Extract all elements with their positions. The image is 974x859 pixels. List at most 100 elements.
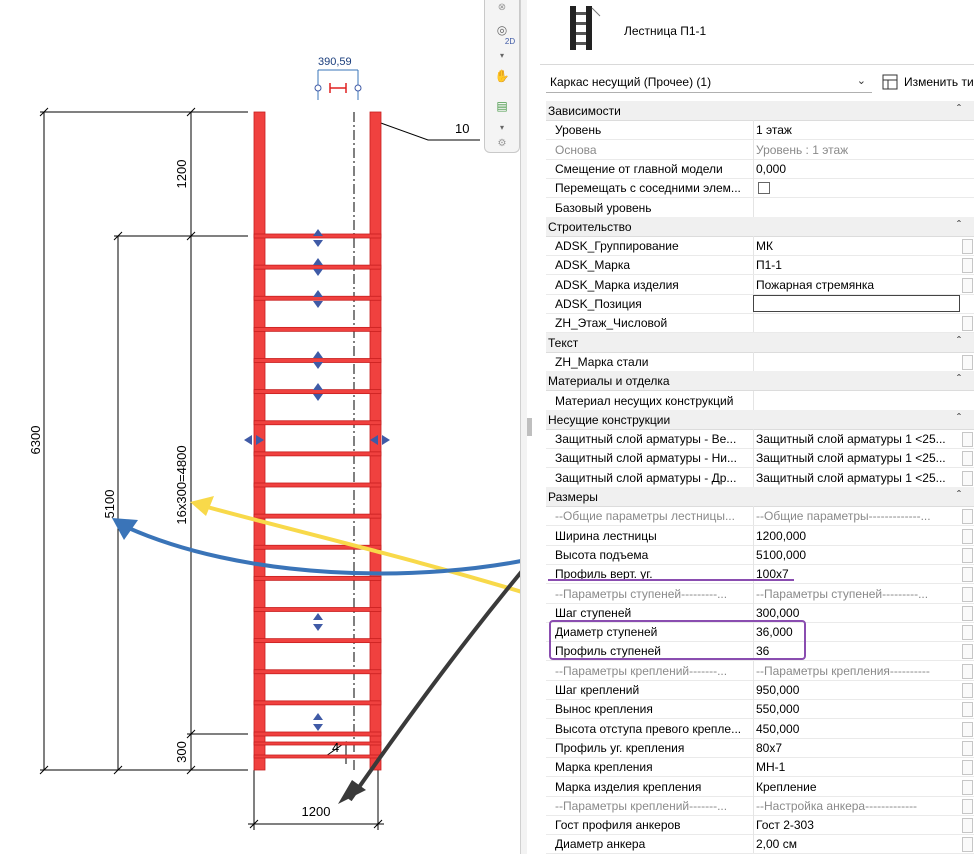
property-value[interactable]: --Параметры крепления---------- xyxy=(756,664,960,678)
associate-parameter-button[interactable] xyxy=(962,798,973,814)
property-row[interactable]: --Параметры креплений-------... --Настрой… xyxy=(546,795,974,816)
associate-parameter-button[interactable] xyxy=(962,586,973,602)
right-handle[interactable] xyxy=(354,84,362,92)
property-value[interactable]: --Общие параметры-------------... xyxy=(756,509,960,523)
property-value[interactable]: Крепление xyxy=(756,780,960,794)
property-value[interactable]: 0,000 xyxy=(756,162,960,176)
property-row[interactable]: Материал несущих конструкций xyxy=(546,390,974,411)
shape-grip-up[interactable] xyxy=(313,229,323,236)
shape-grip-up[interactable] xyxy=(313,351,323,358)
collapse-icon[interactable]: ˆ xyxy=(957,218,961,232)
property-row[interactable]: ZH_Марка стали xyxy=(546,351,974,372)
width-grip-right[interactable] xyxy=(382,435,390,445)
property-row[interactable]: Диаметр анкера 2,00 см xyxy=(546,834,974,855)
left-handle[interactable] xyxy=(314,84,322,92)
group-header[interactable]: Материалы и отделка ˆ xyxy=(546,371,974,392)
property-value[interactable]: П1-1 xyxy=(756,258,960,272)
property-value[interactable]: МН-1 xyxy=(756,760,960,774)
property-value[interactable]: 80x7 xyxy=(756,741,960,755)
property-value[interactable]: Гост 2-303 xyxy=(756,818,960,832)
collapse-icon[interactable]: ˆ xyxy=(957,488,961,502)
chevron-down-icon[interactable]: ⌄ xyxy=(857,74,866,87)
property-row[interactable]: Профиль уг. крепления 80x7 xyxy=(546,737,974,758)
property-value[interactable]: 1 этаж xyxy=(756,123,960,137)
group-header[interactable]: Размеры ˆ xyxy=(546,487,974,507)
property-value[interactable]: Защитный слой арматуры 1 <25... xyxy=(756,451,960,465)
property-row[interactable]: ZH_Этаж_Числовой xyxy=(546,313,974,334)
property-row[interactable]: ADSK_Марка изделия Пожарная стремянка xyxy=(546,274,974,295)
collapse-icon[interactable]: ˆ xyxy=(957,372,961,386)
property-row[interactable]: ADSK_Группирование МК xyxy=(546,236,974,257)
associate-parameter-button[interactable] xyxy=(962,509,973,525)
associate-parameter-button[interactable] xyxy=(962,239,973,255)
associate-parameter-button[interactable] xyxy=(962,760,973,776)
property-row[interactable]: Защитный слой арматуры - Др... Защитный с… xyxy=(546,467,974,488)
pan-icon[interactable]: ✋ xyxy=(493,68,511,84)
associate-parameter-button[interactable] xyxy=(962,779,973,795)
property-row[interactable]: Перемещать с соседними элем... xyxy=(546,178,974,199)
property-row[interactable]: Гост профиля анкеров Гост 2-303 xyxy=(546,815,974,836)
collapse-icon[interactable]: ˆ xyxy=(957,334,961,348)
dropdown-icon[interactable]: ▾ xyxy=(493,120,511,136)
associate-parameter-button[interactable] xyxy=(962,470,973,486)
property-value[interactable]: 1200,000 xyxy=(756,529,960,543)
shape-grip-down[interactable] xyxy=(313,624,323,631)
splitter-grip[interactable] xyxy=(527,418,532,436)
shape-grip-down[interactable] xyxy=(313,269,323,276)
property-value[interactable]: 300,000 xyxy=(756,606,960,620)
property-row[interactable]: Профиль верт. уг. 100x7 xyxy=(546,564,974,585)
property-row[interactable]: Защитный слой арматуры - Ни... Защитный с… xyxy=(546,448,974,469)
associate-parameter-button[interactable] xyxy=(962,644,973,660)
property-row[interactable]: Высота отступа превого крепле... 450,000 xyxy=(546,718,974,739)
shape-grip-down[interactable] xyxy=(313,724,323,731)
shape-grip-up[interactable] xyxy=(313,258,323,265)
associate-parameter-button[interactable] xyxy=(962,625,973,641)
associate-parameter-button[interactable] xyxy=(962,432,973,448)
property-value[interactable]: МК xyxy=(756,239,960,253)
group-header[interactable]: Несущие конструкции ˆ xyxy=(546,409,974,430)
property-value[interactable]: --Настройка анкера------------- xyxy=(756,799,960,813)
property-row[interactable]: ADSK_Марка П1-1 xyxy=(546,255,974,276)
width-grip-left[interactable] xyxy=(244,435,252,445)
shape-grip-down[interactable] xyxy=(313,301,323,308)
property-row[interactable]: Уровень 1 этаж xyxy=(546,120,974,141)
associate-parameter-button[interactable] xyxy=(962,277,973,293)
property-row[interactable]: Высота подъема 5100,000 xyxy=(546,544,974,565)
shape-grip-down[interactable] xyxy=(313,240,323,247)
property-value[interactable]: Уровень : 1 этаж xyxy=(756,143,960,157)
group-header[interactable]: Текст ˆ xyxy=(546,332,974,353)
associate-parameter-button[interactable] xyxy=(962,605,973,621)
property-row[interactable]: Шаг креплений 950,000 xyxy=(546,680,974,700)
property-value[interactable]: 550,000 xyxy=(756,702,960,716)
property-row[interactable]: --Параметры креплений-------... --Парамет… xyxy=(546,660,974,681)
associate-parameter-button[interactable] xyxy=(962,837,973,853)
property-row[interactable]: ADSK_Позиция xyxy=(546,294,974,314)
property-value[interactable]: Защитный слой арматуры 1 <25... xyxy=(756,432,960,446)
associate-parameter-button[interactable] xyxy=(962,528,973,544)
close-icon[interactable]: ⊗ xyxy=(493,0,511,16)
group-header[interactable]: Зависимости ˆ xyxy=(546,101,974,121)
shape-grip-up[interactable] xyxy=(313,383,323,390)
associate-parameter-button[interactable] xyxy=(962,683,973,698)
property-row[interactable]: --Параметры ступеней---------... --Параме… xyxy=(546,583,974,604)
shape-grip-up[interactable] xyxy=(313,613,323,620)
dim-top-label[interactable]: 390,59 xyxy=(318,56,352,68)
group-header[interactable]: Строительство ˆ xyxy=(546,216,974,237)
associate-parameter-button[interactable] xyxy=(962,316,973,332)
shape-grip-up[interactable] xyxy=(313,713,323,720)
property-row[interactable]: Защитный слой арматуры - Ве... Защитный с… xyxy=(546,429,974,450)
drawing-canvas[interactable]: 390,59 10 6300 5100 1200 16x300=4800 300… xyxy=(0,0,550,854)
shape-grip-up[interactable] xyxy=(313,290,323,297)
shape-grip-down[interactable] xyxy=(313,362,323,369)
associate-parameter-button[interactable] xyxy=(962,663,973,679)
collapse-icon[interactable]: ˆ xyxy=(957,102,961,116)
panel-divider[interactable] xyxy=(520,0,527,854)
shape-grip-down[interactable] xyxy=(313,394,323,401)
property-row[interactable]: Марка изделия крепления Крепление xyxy=(546,776,974,797)
property-row[interactable]: Ширина лестницы 1200,000 xyxy=(546,525,974,546)
property-value[interactable]: 950,000 xyxy=(756,683,960,697)
gear-icon[interactable]: ⚙ xyxy=(493,136,511,152)
property-value[interactable]: Защитный слой арматуры 1 <25... xyxy=(756,471,960,485)
collapse-icon[interactable]: ˆ xyxy=(957,411,961,425)
associate-parameter-button[interactable] xyxy=(962,547,973,563)
